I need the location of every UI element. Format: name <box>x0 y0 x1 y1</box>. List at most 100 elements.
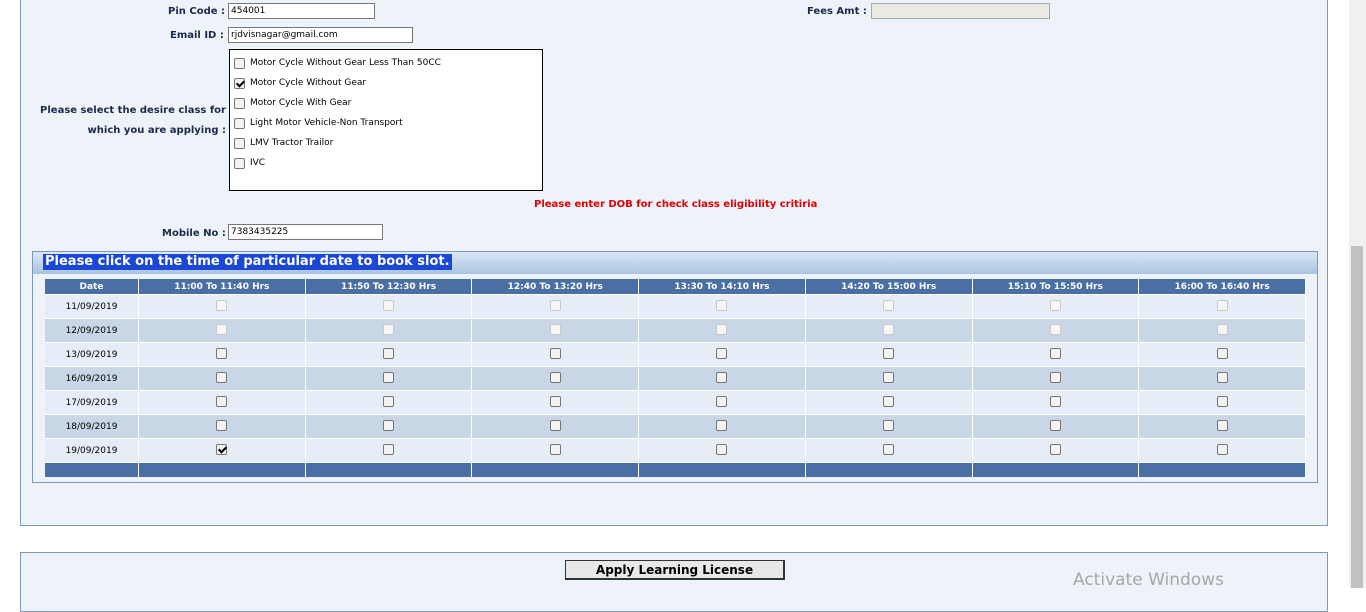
slot-checkbox[interactable] <box>1049 347 1061 359</box>
slot-cell <box>972 366 1140 391</box>
slot-checkbox <box>883 299 895 311</box>
slot-table: Date 11:00 To 11:40 Hrs 11:50 To 12:30 H… <box>45 279 1306 477</box>
slot-checkbox[interactable] <box>383 443 395 455</box>
column-header-slot: 14:20 To 15:00 Hrs <box>805 279 973 295</box>
pin-code-input[interactable] <box>228 3 375 19</box>
email-input[interactable] <box>228 27 413 43</box>
slot-date-cell: 11/09/2019 <box>45 294 139 319</box>
apply-learning-license-button[interactable]: Apply Learning License <box>565 560 785 580</box>
slot-checkbox[interactable] <box>383 347 395 359</box>
footer-cell <box>972 462 1140 477</box>
slot-cell <box>471 390 640 415</box>
slot-cell <box>305 438 473 463</box>
mobile-label: Mobile No : <box>162 228 226 239</box>
slot-cell <box>471 366 640 391</box>
slot-cell <box>638 366 806 391</box>
slot-cell <box>138 366 306 391</box>
slot-cell <box>805 294 973 319</box>
class-option[interactable]: LMV Tractor Trailor <box>234 135 333 151</box>
slot-checkbox[interactable] <box>1049 371 1061 383</box>
class-option[interactable]: Light Motor Vehicle-Non Transport <box>234 115 403 131</box>
class-checkbox[interactable] <box>234 57 245 69</box>
class-option[interactable]: IVC <box>234 155 265 171</box>
slot-cell <box>972 438 1140 463</box>
slot-checkbox <box>383 323 395 335</box>
slot-checkbox[interactable] <box>716 443 728 455</box>
class-option[interactable]: Motor Cycle Without Gear <box>234 75 366 91</box>
slot-checkbox[interactable] <box>383 419 395 431</box>
slot-checkbox[interactable] <box>883 371 895 383</box>
slot-date-cell: 18/09/2019 <box>45 414 139 439</box>
slot-cell <box>1138 390 1306 415</box>
class-option[interactable]: Motor Cycle Without Gear Less Than 50CC <box>234 55 441 71</box>
slot-checkbox[interactable] <box>216 347 228 359</box>
slot-checkbox[interactable] <box>216 419 228 431</box>
slot-cell <box>305 342 473 367</box>
slot-checkbox[interactable] <box>883 443 895 455</box>
slot-checkbox[interactable] <box>216 443 228 455</box>
slot-checkbox <box>383 299 395 311</box>
column-header-slot: 15:10 To 15:50 Hrs <box>972 279 1140 295</box>
slot-checkbox[interactable] <box>716 371 728 383</box>
slot-checkbox[interactable] <box>383 371 395 383</box>
slot-checkbox[interactable] <box>1049 419 1061 431</box>
slot-cell <box>305 390 473 415</box>
fees-amt-label: Fees Amt : <box>807 6 867 17</box>
slot-table-row: 13/09/2019 <box>45 342 1306 367</box>
slot-checkbox[interactable] <box>1049 395 1061 407</box>
scrollbar-thumb[interactable] <box>1351 246 1363 588</box>
slot-booking-header: Please click on the time of particular d… <box>33 252 1317 274</box>
slot-checkbox[interactable] <box>216 395 228 407</box>
slot-checkbox[interactable] <box>1216 395 1228 407</box>
slot-checkbox[interactable] <box>549 419 561 431</box>
slot-checkbox[interactable] <box>383 395 395 407</box>
vertical-scrollbar[interactable] <box>1349 0 1366 588</box>
pin-code-label: Pin Code : <box>168 6 225 17</box>
slot-checkbox[interactable] <box>549 371 561 383</box>
slot-cell <box>138 318 306 343</box>
slot-checkbox[interactable] <box>716 395 728 407</box>
slot-cell <box>1138 294 1306 319</box>
slot-checkbox[interactable] <box>216 371 228 383</box>
slot-table-header-row: Date 11:00 To 11:40 Hrs 11:50 To 12:30 H… <box>45 279 1306 295</box>
slot-cell <box>138 390 306 415</box>
slot-cell <box>805 342 973 367</box>
fees-amt-input[interactable] <box>871 3 1050 19</box>
class-checkbox[interactable] <box>234 117 245 129</box>
slot-checkbox[interactable] <box>549 347 561 359</box>
column-header-slot: 16:00 To 16:40 Hrs <box>1138 279 1306 295</box>
slot-checkbox[interactable] <box>883 419 895 431</box>
slot-checkbox[interactable] <box>1216 347 1228 359</box>
slot-cell <box>471 318 640 343</box>
class-select-label-line1: Please select the desire class for <box>40 105 226 116</box>
slot-checkbox[interactable] <box>883 395 895 407</box>
slot-checkbox[interactable] <box>716 419 728 431</box>
slot-checkbox[interactable] <box>549 443 561 455</box>
class-option-label: LMV Tractor Trailor <box>250 138 334 148</box>
mobile-input[interactable] <box>228 224 383 240</box>
slot-booking-heading: Please click on the time of particular d… <box>43 254 452 270</box>
slot-checkbox[interactable] <box>549 395 561 407</box>
dob-warning-message: Please enter DOB for check class eligibi… <box>534 199 818 210</box>
class-option-label: Light Motor Vehicle-Non Transport <box>250 118 403 128</box>
slot-cell <box>1138 318 1306 343</box>
slot-checkbox[interactable] <box>883 347 895 359</box>
class-checkbox[interactable] <box>234 97 245 109</box>
class-checkbox[interactable] <box>234 77 245 89</box>
slot-checkbox <box>716 299 728 311</box>
slot-cell <box>471 294 640 319</box>
class-option[interactable]: Motor Cycle With Gear <box>234 95 351 111</box>
slot-checkbox[interactable] <box>1049 443 1061 455</box>
slot-checkbox[interactable] <box>1216 371 1228 383</box>
slot-checkbox[interactable] <box>1216 443 1228 455</box>
class-checkbox[interactable] <box>234 157 245 169</box>
slot-checkbox <box>1216 323 1228 335</box>
slot-checkbox[interactable] <box>1216 419 1228 431</box>
column-header-slot: 11:00 To 11:40 Hrs <box>138 279 306 295</box>
footer-cell <box>471 462 640 477</box>
class-select-label-line2: which you are applying : <box>87 125 226 136</box>
slot-cell <box>638 294 806 319</box>
slot-checkbox[interactable] <box>716 347 728 359</box>
class-checkbox[interactable] <box>234 137 245 149</box>
email-label: Email ID : <box>170 30 224 41</box>
